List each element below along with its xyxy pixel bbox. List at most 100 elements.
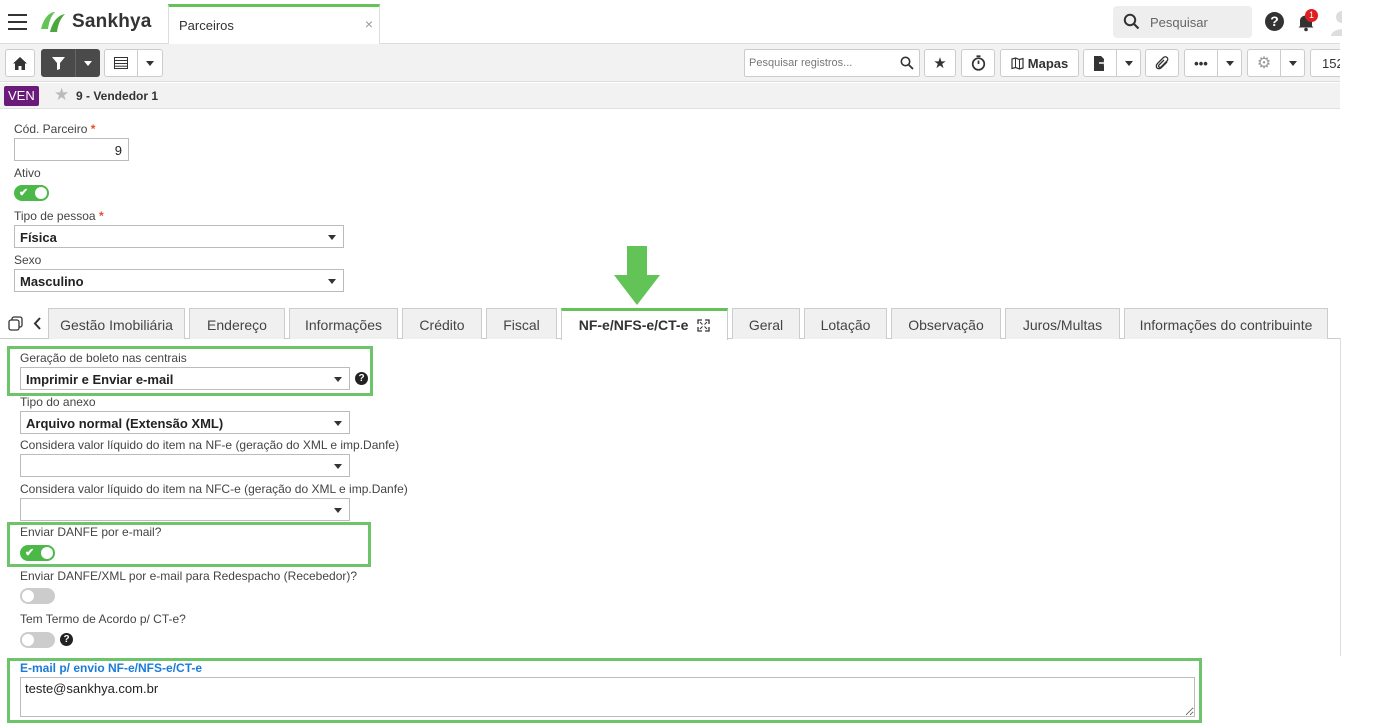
pager-field[interactable]: 152 [1310, 49, 1340, 77]
search-icon[interactable] [900, 56, 914, 70]
tab-nfe[interactable]: NF-e/NFS-e/CT-e [561, 308, 728, 340]
liquido-nfe-label: Considera valor líquido do item na NF-e … [20, 438, 400, 452]
liquido-nfce-label: Considera valor líquido do item na NFC-e… [20, 482, 408, 496]
tab-juros-multas[interactable]: Juros/Multas [1005, 308, 1120, 339]
tab-fiscal[interactable]: Fiscal [486, 308, 557, 339]
ellipsis-icon: ••• [1194, 55, 1208, 71]
tab-geral[interactable]: Geral [732, 308, 800, 339]
chevron-down-icon [334, 508, 342, 513]
tab-credito[interactable]: Crédito [402, 308, 482, 339]
chevron-down-icon [334, 464, 342, 469]
file-export-icon [1093, 55, 1107, 71]
maps-button[interactable]: Mapas [1000, 49, 1079, 77]
global-search[interactable]: Pesquisar [1113, 6, 1252, 38]
tab-informacoes-contribuinte[interactable]: Informações do contribuinte [1124, 308, 1328, 339]
enviar-danfe-label: Enviar DANFE por e-mail? [20, 525, 162, 539]
tab-nfe-label: NF-e/NFS-e/CT-e [578, 317, 689, 333]
expand-icon[interactable] [697, 319, 710, 332]
chevron-down-icon [1225, 60, 1234, 66]
toolbar: ★ Mapas ••• ⚙ 152 [0, 44, 1340, 82]
menu-icon[interactable] [8, 14, 28, 30]
grid-view-button[interactable] [104, 49, 138, 77]
chevron-down-icon [328, 279, 336, 284]
tab-lotacao[interactable]: Lotação [804, 308, 887, 339]
required-mark: * [90, 122, 96, 136]
content-border [1340, 338, 1341, 656]
liquido-nfe-select[interactable] [20, 454, 350, 477]
email-label: E-mail p/ envio NF-e/NFS-e/CT-e [20, 661, 203, 675]
tab-endereco[interactable]: Endereço [189, 308, 285, 339]
grid-view-dropdown-button[interactable] [137, 49, 163, 77]
ativo-label: Ativo [14, 166, 41, 180]
check-icon: ✔ [19, 187, 29, 199]
tipo-anexo-select[interactable]: Arquivo normal (Extensão XML) [20, 411, 350, 434]
liquido-nfce-select[interactable] [20, 498, 350, 521]
table-icon [114, 57, 128, 69]
record-search-input[interactable] [745, 50, 895, 76]
search-label: Pesquisar [1150, 15, 1208, 30]
required-mark: * [98, 209, 104, 223]
termo-acordo-toggle[interactable] [20, 632, 55, 648]
record-title: 9 - Vendedor 1 [76, 89, 159, 103]
cod-parceiro-label: Cód. Parceiro * [14, 122, 96, 136]
more-button[interactable]: ••• [1184, 49, 1218, 77]
filter-button[interactable] [41, 49, 75, 77]
geracao-boleto-label: Geração de boleto nas centrais [20, 351, 187, 365]
tipo-pessoa-value: Física [20, 230, 57, 245]
tab-observacao[interactable]: Observação [891, 308, 1001, 339]
avatar[interactable] [1330, 8, 1342, 36]
favorite-button[interactable]: ★ [924, 49, 956, 77]
sankhya-logo-icon [38, 9, 68, 35]
tab-parceiros[interactable]: Parceiros × [168, 4, 380, 44]
chevron-down-icon [83, 60, 92, 66]
check-icon: ✔ [25, 547, 35, 559]
geracao-boleto-select[interactable]: Imprimir e Enviar e-mail [20, 367, 350, 390]
sexo-label: Sexo [14, 253, 42, 267]
maps-label: Mapas [1027, 55, 1069, 71]
filter-icon [51, 56, 65, 70]
stopwatch-icon [971, 55, 985, 71]
paperclip-icon [1155, 55, 1168, 69]
copy-icon[interactable] [8, 316, 23, 331]
home-button[interactable] [5, 49, 35, 77]
redespacho-toggle[interactable] [20, 588, 55, 604]
sexo-select[interactable]: Masculino [14, 269, 344, 292]
enviar-danfe-toggle[interactable]: ✔ [20, 545, 55, 561]
ativo-toggle[interactable]: ✔ [14, 185, 49, 201]
chevron-down-icon [328, 235, 336, 240]
settings-dropdown-button[interactable] [1280, 49, 1305, 77]
record-header: VEN ★ 9 - Vendedor 1 [0, 83, 1340, 109]
star-icon: ★ [933, 55, 947, 72]
top-bar: Sankhya Parceiros × Pesquisar ? 1 [0, 0, 1342, 44]
tab-gestao-imobiliaria[interactable]: Gestão Imobiliária [48, 308, 185, 339]
chevron-left-icon[interactable] [33, 317, 42, 330]
map-icon [1011, 56, 1024, 70]
pager-value: 152 [1322, 55, 1340, 71]
chevron-down-icon [334, 421, 342, 426]
help-icon[interactable]: ? [1265, 12, 1284, 31]
tab-informacoes[interactable]: Informações [289, 308, 398, 339]
chevron-down-icon [146, 60, 154, 66]
help-icon[interactable]: ? [60, 633, 73, 646]
brand-name: Sankhya [72, 11, 152, 32]
close-icon[interactable]: × [365, 16, 373, 32]
record-search [744, 49, 920, 77]
profile-badge: VEN [4, 86, 39, 106]
home-icon [13, 56, 27, 70]
tipo-anexo-value: Arquivo normal (Extensão XML) [26, 416, 224, 431]
settings-button[interactable]: ⚙ [1247, 49, 1281, 77]
help-icon[interactable]: ? [355, 372, 368, 385]
tipo-anexo-label: Tipo do anexo [20, 395, 96, 409]
export-button[interactable] [1083, 49, 1117, 77]
more-dropdown-button[interactable] [1217, 49, 1242, 77]
attachment-button[interactable] [1145, 49, 1179, 77]
star-icon[interactable]: ★ [54, 86, 69, 104]
gear-icon: ⚙ [1256, 55, 1272, 72]
timer-button[interactable] [961, 49, 995, 77]
termo-acordo-label: Tem Termo de Acordo p/ CT-e? [20, 612, 186, 626]
cod-parceiro-field[interactable]: 9 [14, 138, 129, 161]
tipo-pessoa-select[interactable]: Física [14, 225, 344, 248]
filter-dropdown-button[interactable] [75, 49, 100, 77]
email-field[interactable] [20, 677, 1195, 717]
export-dropdown-button[interactable] [1116, 49, 1141, 77]
